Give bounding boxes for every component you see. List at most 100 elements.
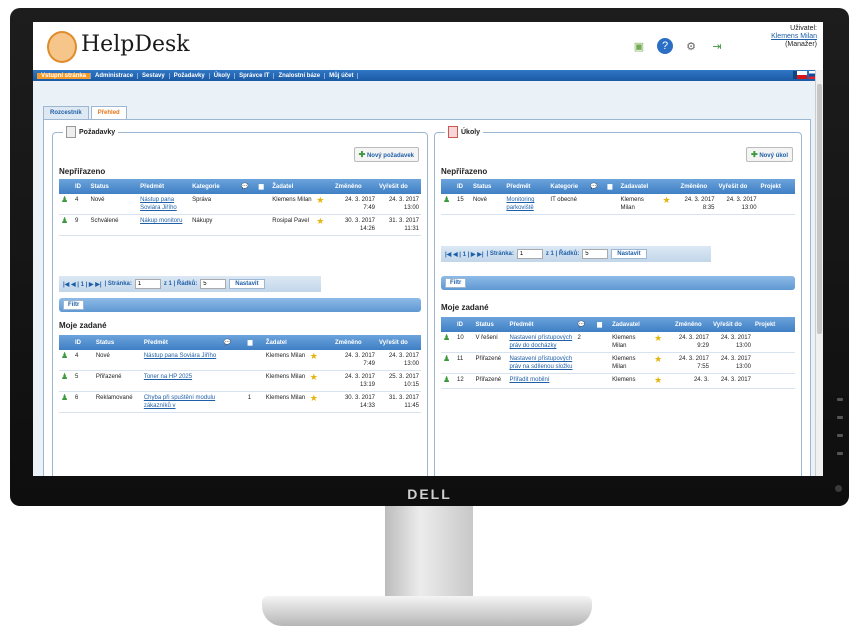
col-due[interactable]: Vyřešit do xyxy=(377,179,421,194)
row-changed: 24. 3. 2017 8:35 xyxy=(678,194,717,215)
menu-item-knowledge[interactable]: Znalostní báze xyxy=(274,72,326,79)
col-assigner[interactable]: Zadavatel xyxy=(610,317,653,332)
requests-title-text: Požadavky xyxy=(79,128,116,136)
help-icon[interactable]: ? xyxy=(657,38,673,54)
app-name: HelpDesk xyxy=(81,32,190,57)
user-name-link[interactable]: Klemens Milan xyxy=(771,33,817,41)
col-subject[interactable]: Předmět xyxy=(141,335,222,350)
row-subject-link[interactable]: Toner na HP 2025 xyxy=(144,374,192,380)
notebook-icon[interactable]: ▣ xyxy=(631,38,647,54)
menu-item-it-admin[interactable]: Správce IT xyxy=(235,72,275,79)
user-label: Uživatel: xyxy=(790,25,817,32)
document-icon xyxy=(66,126,76,138)
comment-icon: 💬 xyxy=(577,322,585,328)
pager-page-input[interactable] xyxy=(516,249,543,259)
menu-item-requests[interactable]: Požadavky xyxy=(170,72,210,79)
table-row[interactable]: ♟ 4 Nové Nástup pana Soviára Jiřího Klem… xyxy=(59,350,421,371)
pager-nav[interactable]: |◀ ◀ | 1 | ▶ ▶| xyxy=(445,251,484,258)
table-row[interactable]: ♟ 9 Schválené Nákup monitoru Nákupy Rosi… xyxy=(59,214,421,236)
pager-set-button[interactable]: Nastavit xyxy=(229,279,265,289)
col-changed[interactable]: Změněno xyxy=(333,179,377,194)
table-row[interactable]: ♟ 12 Přiřazené Přiřadit mobilní Klemens … xyxy=(441,373,795,389)
col-changed[interactable]: Změněno xyxy=(678,179,717,194)
tools-icon[interactable]: ⚙ xyxy=(683,38,699,54)
col-category[interactable]: Kategorie xyxy=(190,179,240,194)
pager-rows-input[interactable] xyxy=(582,249,609,259)
table-row[interactable]: ♟ 10 V řešení Nastavení přístupových prá… xyxy=(441,332,795,353)
col-subject[interactable]: Předmět xyxy=(138,179,191,194)
menu-item-reports[interactable]: Sestavy xyxy=(138,72,170,79)
scrollbar-thumb[interactable] xyxy=(817,84,822,334)
menu-item-admin[interactable]: Administrace xyxy=(91,72,139,79)
col-id[interactable]: ID xyxy=(73,335,94,350)
row-requester: Rosipal Pavel xyxy=(270,214,315,236)
pager-set-button[interactable]: Nastavit xyxy=(611,249,647,259)
czech-flag-icon[interactable] xyxy=(793,71,807,79)
col-due[interactable]: Vyřešit do xyxy=(710,317,753,332)
pager-page-input[interactable] xyxy=(134,279,161,289)
pager-nav[interactable]: |◀ ◀ | 1 | ▶ ▶| xyxy=(63,281,102,288)
col-subject[interactable]: Předmět xyxy=(507,317,576,332)
col-id[interactable]: ID xyxy=(73,179,89,194)
new-task-button[interactable]: ✚ Nový úkol xyxy=(745,147,793,162)
col-due[interactable]: Vyřešit do xyxy=(716,179,759,194)
pager-rows-input[interactable] xyxy=(200,279,227,289)
menu-item-tasks[interactable]: Úkoly xyxy=(210,72,236,79)
app-header: HelpDesk ▣ ? ⚙ ⇥ Uživatel: Klemens Milan… xyxy=(33,22,823,70)
row-subject-link[interactable]: Nákup monitoru xyxy=(140,218,182,224)
row-due: 25. 3. 2017 10:15 xyxy=(377,370,421,392)
col-status[interactable]: Status xyxy=(473,317,508,332)
tab-overview-links[interactable]: Rozcestník xyxy=(43,106,89,120)
pager-page-label: | Stránka: xyxy=(486,251,514,257)
star-icon: ★ xyxy=(654,375,663,385)
table-row[interactable]: ♟ 4 Nové Nástup pana Soviára Jiřího Sprá… xyxy=(59,194,421,215)
tasks-icon xyxy=(448,126,458,138)
row-subject-link[interactable]: Nástup pana Soviára Jiřího xyxy=(144,353,216,359)
col-project[interactable]: Projekt xyxy=(752,317,795,332)
filter-button[interactable]: Filtr xyxy=(445,278,467,288)
new-request-button[interactable]: ✚ Nový požadavek xyxy=(353,147,419,162)
col-id[interactable]: ID xyxy=(455,317,474,332)
col-id[interactable]: ID xyxy=(455,179,471,194)
power-button xyxy=(835,485,842,492)
agent-icon: ♟ xyxy=(61,351,69,360)
requests-pager: |◀ ◀ | 1 | ▶ ▶| | Stránka: z 1 | Řádků: … xyxy=(59,276,321,292)
row-subject-link[interactable]: Nastavení přístupových práv do docházky xyxy=(509,335,572,349)
tasks-mine-title: Moje zadané xyxy=(441,303,489,312)
col-assigner[interactable]: Zadavatel xyxy=(618,179,661,194)
vertical-scrollbar[interactable] xyxy=(815,70,823,476)
row-subject-link[interactable]: Chyba při spuštění modulu zákazníků v xyxy=(144,395,215,409)
col-status[interactable]: Status xyxy=(93,335,142,350)
row-subject-link[interactable]: Nástup pana Soviára Jiřího xyxy=(140,197,177,211)
row-subject-link[interactable]: Monitoring parkoviště xyxy=(506,197,534,211)
col-project[interactable]: Projekt xyxy=(758,179,795,194)
col-changed[interactable]: Změněno xyxy=(672,317,711,332)
row-assigner: Klemens Milan xyxy=(618,194,661,215)
col-changed[interactable]: Změněno xyxy=(333,335,377,350)
row-subject-link[interactable]: Nastavení přístupových práv na sdílenou … xyxy=(509,356,572,370)
monitor-stand-base xyxy=(262,596,592,626)
tab-overview[interactable]: Přehled xyxy=(90,106,127,120)
menu-item-home[interactable]: Vstupní stránka xyxy=(37,72,92,79)
table-row[interactable]: ♟ 5 Přiřazené Toner na HP 2025 Klemens M… xyxy=(59,370,421,392)
table-row[interactable]: ♟ 15 Nové Monitoring parkoviště IT obecn… xyxy=(441,194,795,215)
row-due: 24. 3. 2017 13:00 xyxy=(377,350,421,371)
col-requester[interactable]: Žadatel xyxy=(263,335,308,350)
col-subject[interactable]: Předmět xyxy=(504,179,549,194)
col-requester[interactable]: Žadatel xyxy=(270,179,315,194)
table-row[interactable]: ♟ 11 Přiřazené Nastavení přístupových pr… xyxy=(441,352,795,374)
logout-icon[interactable]: ⇥ xyxy=(709,38,725,54)
monitor-button xyxy=(837,416,843,419)
col-category[interactable]: Kategorie xyxy=(548,179,589,194)
menu-item-account[interactable]: Můj účet xyxy=(325,72,359,79)
col-due[interactable]: Vyřešit do xyxy=(377,335,421,350)
row-changed: 24. 3. 2017 13:19 xyxy=(333,370,377,392)
table-row[interactable]: ♟ 6 Reklamované Chyba při spuštění modul… xyxy=(59,391,421,413)
filter-button[interactable]: Filtr xyxy=(63,300,85,310)
col-status[interactable]: Status xyxy=(88,179,139,194)
row-subject-link[interactable]: Přiřadit mobilní xyxy=(509,377,549,383)
star-icon: ★ xyxy=(654,354,663,364)
col-status[interactable]: Status xyxy=(470,179,505,194)
tasks-panel: Úkoly ✚ Nový úkol Nepřiřazeno ID Status … xyxy=(434,126,802,476)
plus-icon: ✚ xyxy=(750,150,758,159)
